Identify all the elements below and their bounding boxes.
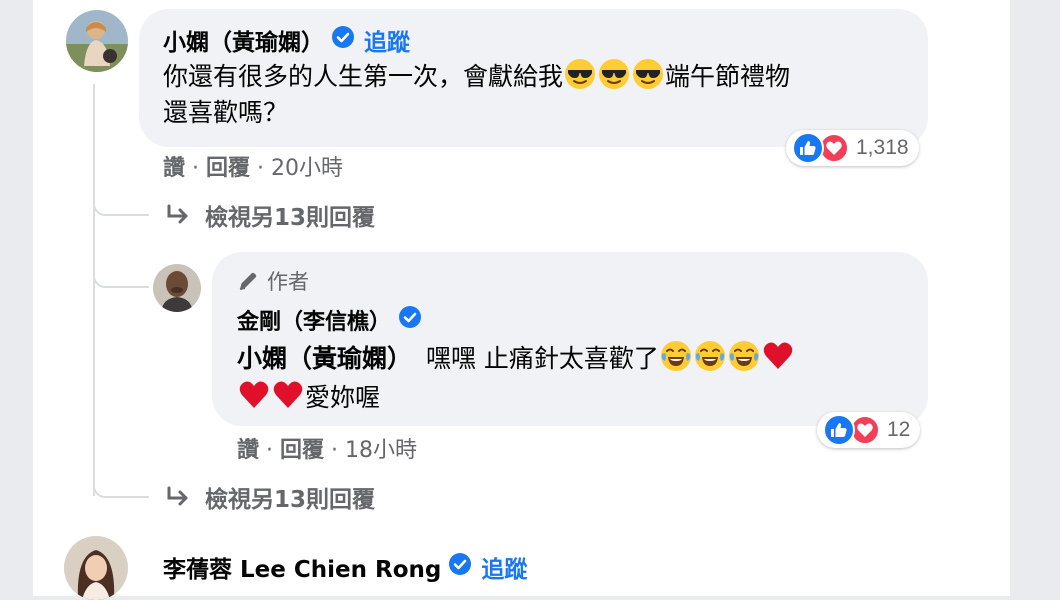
reply1-mention-link[interactable]: 小嫻（黃瑜嫻） [237, 344, 412, 373]
verified-badge-icon [449, 553, 472, 581]
reply1-text-line2: 愛妳喔 [237, 379, 380, 420]
reply1-actions: 讚 · 回覆 · 18小時 [237, 438, 417, 463]
avatar-reply1[interactable] [153, 264, 201, 312]
reply1-text-line1: 小嫻（黃瑜嫻） 嘿嘿 止痛針太喜歡了 [237, 340, 795, 381]
red-heart-icon [238, 379, 270, 420]
view-more-replies-2[interactable]: 檢視另13則回覆 [165, 480, 375, 514]
comment1-reactions[interactable]: 1,318 [786, 130, 919, 166]
comment1-text-part1: 你還有很多的人生第一次，會獻給我 [163, 62, 564, 91]
comment1-like-link[interactable]: 讚 [163, 156, 185, 181]
verified-badge-icon [399, 306, 422, 334]
view-more-replies-1[interactable]: 檢視另13則回覆 [165, 198, 375, 232]
red-heart-icon [762, 340, 794, 381]
reply-arrow-icon [165, 204, 191, 226]
avatar-comment1[interactable] [66, 10, 128, 72]
comment1-header: 小嫻（黃瑜嫻） 追蹤 [163, 24, 410, 56]
comment1-reaction-count: 1,318 [856, 136, 909, 159]
tears-of-joy-icon [694, 340, 726, 381]
comment2-header: 李蒨蓉 Lee Chien Rong 追蹤 [163, 550, 527, 584]
like-love-reaction-icon [792, 132, 849, 164]
comment1-reply-link[interactable]: 回覆 [206, 156, 250, 181]
comment1-follow-link[interactable]: 追蹤 [364, 23, 410, 57]
tears-of-joy-icon [728, 340, 760, 381]
reply1-author-tag: 作者 [237, 266, 309, 296]
pencil-icon [237, 270, 259, 292]
reply1-reactions[interactable]: 12 [817, 412, 921, 448]
reply-arrow-icon [165, 486, 191, 508]
sunglasses-face-icon [632, 58, 664, 99]
like-love-reaction-icon [823, 414, 880, 446]
view-more-replies-1-label: 檢視另13則回覆 [205, 205, 376, 231]
view-more-replies-2-label: 檢視另13則回覆 [205, 487, 376, 513]
comment1-time[interactable]: 20小時 [271, 156, 343, 181]
comment2-author-name[interactable]: 李蒨蓉 Lee Chien Rong [163, 550, 441, 584]
comment1-text-line1: 你還有很多的人生第一次，會獻給我 端午節禮物 [163, 58, 790, 99]
avatar-comment2[interactable] [64, 536, 128, 600]
tears-of-joy-icon [660, 340, 692, 381]
sunglasses-face-icon [598, 58, 630, 99]
comment1-author-name[interactable]: 小嫻（黃瑜嫻） [163, 23, 324, 57]
thread-line [93, 84, 95, 496]
reply1-time[interactable]: 18小時 [345, 438, 417, 463]
sunglasses-face-icon [564, 58, 596, 99]
verified-badge-icon [332, 26, 354, 54]
reply1-author-tag-label: 作者 [267, 270, 309, 294]
reply1-author-name[interactable]: 金剛（李信樵） [237, 304, 391, 336]
reply1-text-part2: 愛妳喔 [305, 383, 381, 412]
reply1-text-part1: 嘿嘿 止痛針太喜歡了 [425, 344, 659, 373]
reply1-header: 金剛（李信樵） [237, 304, 422, 336]
comment1-text-line2: 還喜歡嗎？ [163, 98, 289, 127]
thread-elbow-2 [93, 260, 149, 288]
reply1-reply-link[interactable]: 回覆 [280, 438, 324, 463]
comment1-text-part2: 端午節禮物 [665, 62, 791, 91]
comment2-follow-link[interactable]: 追蹤 [481, 550, 527, 584]
comment1-actions: 讚 · 回覆 · 20小時 [163, 156, 343, 181]
red-heart-icon [272, 379, 304, 420]
reply1-reaction-count: 12 [887, 418, 911, 441]
reply1-like-link[interactable]: 讚 [237, 438, 259, 463]
thread-elbow-3 [93, 470, 149, 498]
thread-elbow-1 [93, 188, 149, 216]
